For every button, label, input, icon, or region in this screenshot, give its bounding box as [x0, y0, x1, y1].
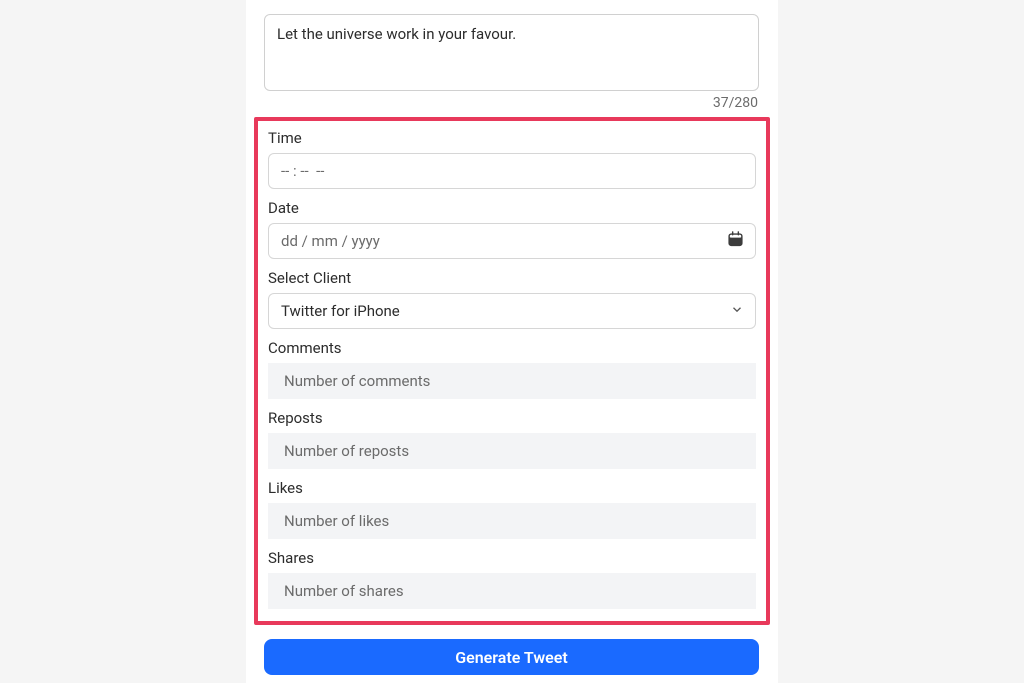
shares-group: Shares [268, 549, 756, 609]
client-select[interactable]: Twitter for iPhone [268, 293, 756, 329]
reposts-input[interactable] [268, 433, 756, 469]
char-count: 37/280 [258, 95, 758, 111]
client-label: Select Client [268, 269, 756, 287]
generate-tweet-button[interactable]: Generate Tweet [264, 639, 759, 675]
likes-group: Likes [268, 479, 756, 539]
time-group: Time [268, 129, 756, 189]
date-group: Date [268, 199, 756, 259]
client-group: Select Client Twitter for iPhone [268, 269, 756, 329]
date-label: Date [268, 199, 756, 217]
shares-label: Shares [268, 549, 756, 567]
comments-group: Comments [268, 339, 756, 399]
shares-input[interactable] [268, 573, 756, 609]
highlighted-form-section: Time Date Selec [254, 117, 770, 625]
time-input[interactable] [268, 153, 756, 189]
tweet-content-textarea[interactable] [264, 14, 759, 91]
likes-label: Likes [268, 479, 756, 497]
reposts-group: Reposts [268, 409, 756, 469]
form-container: 37/280 Time Date [246, 0, 778, 683]
time-label: Time [268, 129, 756, 147]
date-input[interactable] [268, 223, 756, 259]
likes-input[interactable] [268, 503, 756, 539]
comments-input[interactable] [268, 363, 756, 399]
reposts-label: Reposts [268, 409, 756, 427]
comments-label: Comments [268, 339, 756, 357]
